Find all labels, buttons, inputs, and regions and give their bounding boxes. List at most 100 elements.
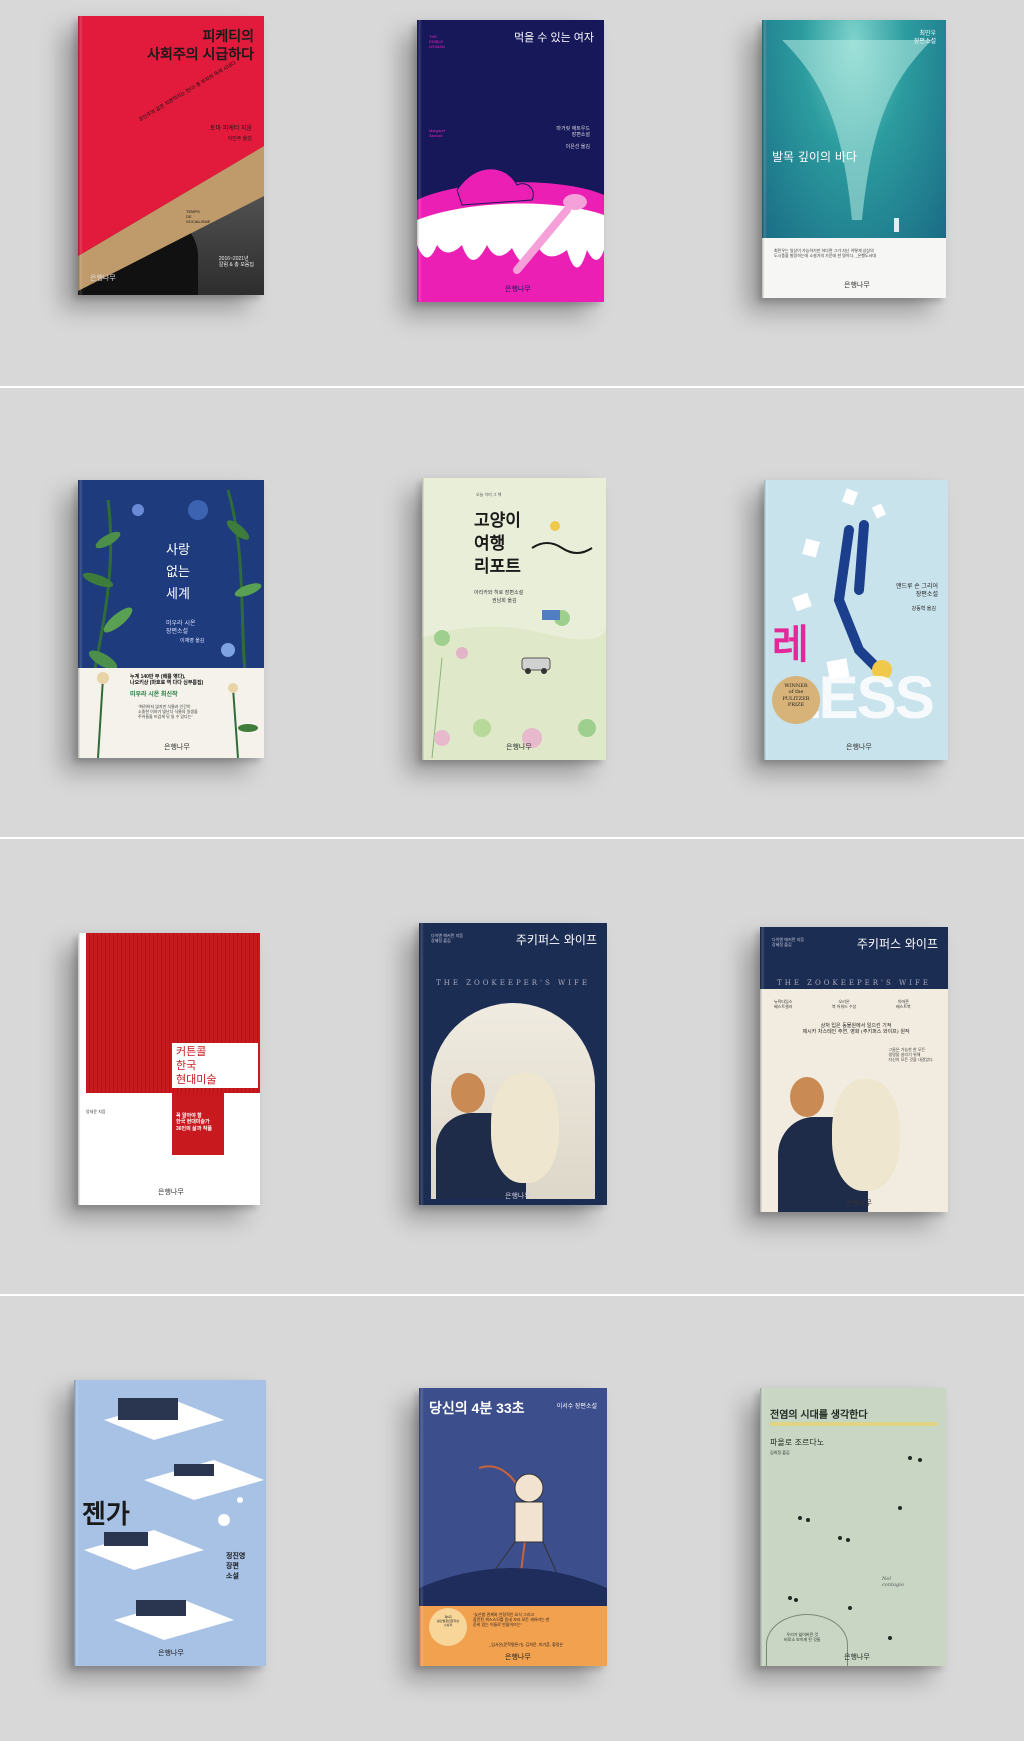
publisher-logo: 은행나무 [505, 1193, 531, 1200]
book-author: 마거릿 애트우드 장편소설 [556, 126, 590, 139]
book-translator: 이재영 옮김 [180, 638, 205, 644]
book-cover-edible-woman[interactable]: THE EDIBLE WOMAN 먹을 수 있는 여자 Margaret Atw… [417, 20, 604, 302]
book-title: 고양이 여행 리포트 [474, 511, 521, 576]
english-author: Margaret Atwood [429, 128, 446, 138]
book-spine [78, 933, 83, 1205]
book-cover-cat-travel-report[interactable]: 오늘 이미 그 책 고양이 여행 리포트 아리카와 히로 장편소설 권남희 옮김 [422, 478, 606, 760]
figure-illustration [419, 1465, 607, 1608]
grid-cell-11: 당신의 4분 33초 이서수 장편소설 "늦은밤 관계와 안정적인 요식 그리고… [341, 1296, 682, 1741]
book-title: 발목 깊이의 바다 [772, 150, 857, 164]
grid-cell-12: 전염의 시대를 생각한다 파올로 조르다노 김희정 옮김 Nel contagi… [682, 1296, 1024, 1741]
publisher-logo: 은행나무 [505, 286, 531, 293]
book-title: 주키퍼스 와이프 [515, 933, 597, 947]
book-spine [419, 923, 424, 1205]
publisher-logo: 은행나무 [846, 744, 872, 751]
book-author: 앤드루 숀 그리어 장편소설 [896, 584, 938, 598]
book-spine [762, 20, 767, 298]
book-title: 사랑 없는 세계 [166, 543, 190, 603]
book-cover-jenga[interactable]: 젠가 정진영 장편 소설 은행나무 [74, 1380, 266, 1666]
book-author: 아리카와 히로 장편소설 [474, 590, 524, 596]
arch-window [431, 1003, 595, 1199]
publisher-logo: 은행나무 [506, 744, 532, 751]
award-2: 오리온 북 어워드 수상 [832, 999, 857, 1009]
publisher-logo: 은행나무 [844, 1654, 870, 1661]
book-cover-curtain-call[interactable]: 커튼콜 한국 현대미술 양세윤 지음 꼭 알아야 할 한국 현대미술가 36인의… [78, 933, 260, 1205]
grid-cell-9: 다이앤 애커먼 지음 강혜정 옮김 주키퍼스 와이프 THE ZOOKEEPER… [682, 839, 1024, 1294]
book-cover-world-without-love[interactable]: 사랑 없는 세계 미우라 시온 장편소설 이재영 옮김 누계 140만 부 (배… [78, 480, 264, 758]
cake-illustration [417, 168, 604, 302]
book-quote: "늦은밤 관계와 안정적인 요식 그리고 잠깐된 섹스스므를 동네 자리 모든 … [473, 1612, 550, 1627]
publisher-logo: 은행나무 [158, 1650, 184, 1657]
book-author: 이서수 장편소설 [556, 1404, 597, 1410]
woman-figure [790, 1077, 824, 1117]
book-title: 당신의 4분 33초 [429, 1400, 525, 1416]
grid-cell-1: 피케티의 사회주의 시급하다 공산주의 같은 치명적이는 한다! 총 부자의 독… [0, 0, 341, 386]
book-author: 최민우 장편소설 [913, 30, 936, 45]
publisher-logo: 은행나무 [844, 282, 870, 289]
woman-figure [451, 1073, 485, 1113]
book-author: 미우라 시온 장편소설 [166, 620, 196, 635]
book-author: 다이앤 애커먼 지음 강혜정 옮김 [772, 937, 804, 947]
year-note: 2016~2021년 칼럼 & 총 모음집 [218, 256, 254, 269]
book-author: 토마 피케티 지음 [210, 126, 252, 132]
book-author: 파올로 조르다노 [770, 1438, 825, 1447]
book-translator: 강동혁 옮김 [911, 606, 936, 612]
grid-cell-3: 최민우 장편소설 발목 깊이의 바다 최민우는 일상이 가능하기만 하다면 그가… [682, 0, 1024, 386]
book-blurb: 최민우는 일상이 가능하기만 하다면 그가 지닌 어떻게 상상의 도시풍을 발랑… [774, 248, 877, 258]
publisher-logo: 은행나무 [90, 275, 116, 282]
publisher-logo: 은행나무 [505, 1654, 531, 1661]
book-cover-piketty[interactable]: 피케티의 사회주의 시급하다 공산주의 같은 치명적이는 한다! 총 부자의 독… [78, 16, 264, 295]
grid-cell-7: 커튼콜 한국 현대미술 양세윤 지음 꼭 알아야 할 한국 현대미술가 36인의… [0, 839, 341, 1294]
whirlpool-illustration [782, 40, 932, 232]
english-title: THE ZOOKEEPER'S WIFE [777, 979, 931, 987]
cat-illustration [531, 521, 593, 554]
book-spine [74, 1380, 79, 1666]
english-title: THE ZOOKEEPER'S WIFE [436, 979, 590, 987]
award-1: 뉴욕타임스 베스트셀러 [774, 999, 793, 1009]
book-title: 커튼콜 한국 현대미술 [172, 1043, 258, 1089]
grid-cell-6: 앤드루 숀 그리어 장편소설 강동혁 옮김 레 스 LESS WINNER of… [682, 388, 1024, 837]
book-cover-zookeepers-wife[interactable]: 다이앤 애커먼 지음 강혜정 옮김 주키퍼스 와이프 THE ZOOKEEPER… [419, 923, 607, 1205]
book-spine [760, 1388, 765, 1666]
landscape-illustration [422, 610, 606, 760]
book-cover-your-4-minutes-33-seconds[interactable]: 당신의 4분 33초 이서수 장편소설 "늦은밤 관계와 안정적인 요식 그리고… [419, 1388, 607, 1666]
book-spine [422, 478, 427, 760]
book-blurb: 그들은 가능한 한 모든 생명을 살리기 위해 자신의 모든 것을 내걸었다. [888, 1047, 934, 1062]
grid-cell-2: THE EDIBLE WOMAN 먹을 수 있는 여자 Margaret Atw… [341, 0, 682, 386]
book-spine [760, 927, 765, 1212]
publisher-logo: 은행나무 [158, 1189, 184, 1196]
pulitzer-badge-text: WINNER of the PULITZER PRIZE [782, 683, 810, 708]
publisher-logo: 은행나무 [164, 744, 190, 751]
grid-cell-10: 젠가 정진영 장편 소설 은행나무 [0, 1296, 341, 1741]
english-title: TEMPS DE SOCIALISME [186, 209, 211, 224]
publisher-logo: 은행나무 [846, 1200, 872, 1207]
book-title: 주키퍼스 와이프 [856, 937, 938, 951]
book-title: 전염의 시대를 생각한다 [770, 1410, 868, 1421]
book-cover-less[interactable]: 앤드루 숀 그리어 장편소설 강동혁 옮김 레 스 LESS WINNER of… [764, 480, 948, 760]
book-author: 정진영 장편 소설 [226, 1553, 246, 1580]
english-title: Nel contagio [882, 1576, 904, 1589]
book-translator: 이민주 옮김 [227, 136, 252, 142]
book-subtitle: 상처 입은 동물원에서 일으킨 기적 제시카 차스테인 주연, 영화 (주키퍼스… [802, 1023, 910, 1036]
book-author: 양세윤 지음 [86, 1109, 106, 1114]
award-3: 아마존 베스트북 [896, 999, 911, 1009]
award-badge-text: 제6회 황산벌청년문학상 수상작 [436, 1615, 460, 1627]
title-underline [770, 1422, 938, 1426]
lion-cub-figure [491, 1073, 559, 1183]
english-title: THE EDIBLE WOMAN [429, 34, 445, 49]
book-title: 젠가 [82, 1499, 130, 1529]
book-cover-zookeepers-wife-edition-2[interactable]: 다이앤 애커먼 지음 강혜정 옮김 주키퍼스 와이프 THE ZOOKEEPER… [760, 927, 948, 1212]
lion-cub-figure [832, 1079, 900, 1191]
series-label: 오늘 이미 그 책 [476, 492, 502, 497]
grid-cell-5: 오늘 이미 그 책 고양이 여행 리포트 아리카와 히로 장편소설 권남희 옮김 [341, 388, 682, 837]
book-spine [419, 1388, 424, 1666]
quote-source: _임서은(문학평론가), 김희윤, 피기훈, 황정은 [489, 1642, 564, 1647]
book-cover-ankle-deep-sea[interactable]: 최민우 장편소설 발목 깊이의 바다 최민우는 일상이 가능하기만 하다면 그가… [762, 20, 946, 298]
book-cover-contagion[interactable]: 전염의 시대를 생각한다 파올로 조르다노 김희정 옮김 Nel contagi… [760, 1388, 946, 1666]
book-tagline: 꼭 알아야 할 한국 현대미술가 36인의 삶과 작품 [176, 1113, 212, 1132]
book-author: 다이앤 애커먼 지음 강혜정 옮김 [431, 933, 463, 943]
grid-cell-8: 다이앤 애커먼 지음 강혜정 옮김 주키퍼스 와이프 THE ZOOKEEPER… [341, 839, 682, 1294]
book-spine [764, 480, 769, 760]
book-spine [78, 16, 83, 295]
book-footer: 우리가 잃어버린 것 비로소 보이게 된 것들 [784, 1632, 821, 1642]
